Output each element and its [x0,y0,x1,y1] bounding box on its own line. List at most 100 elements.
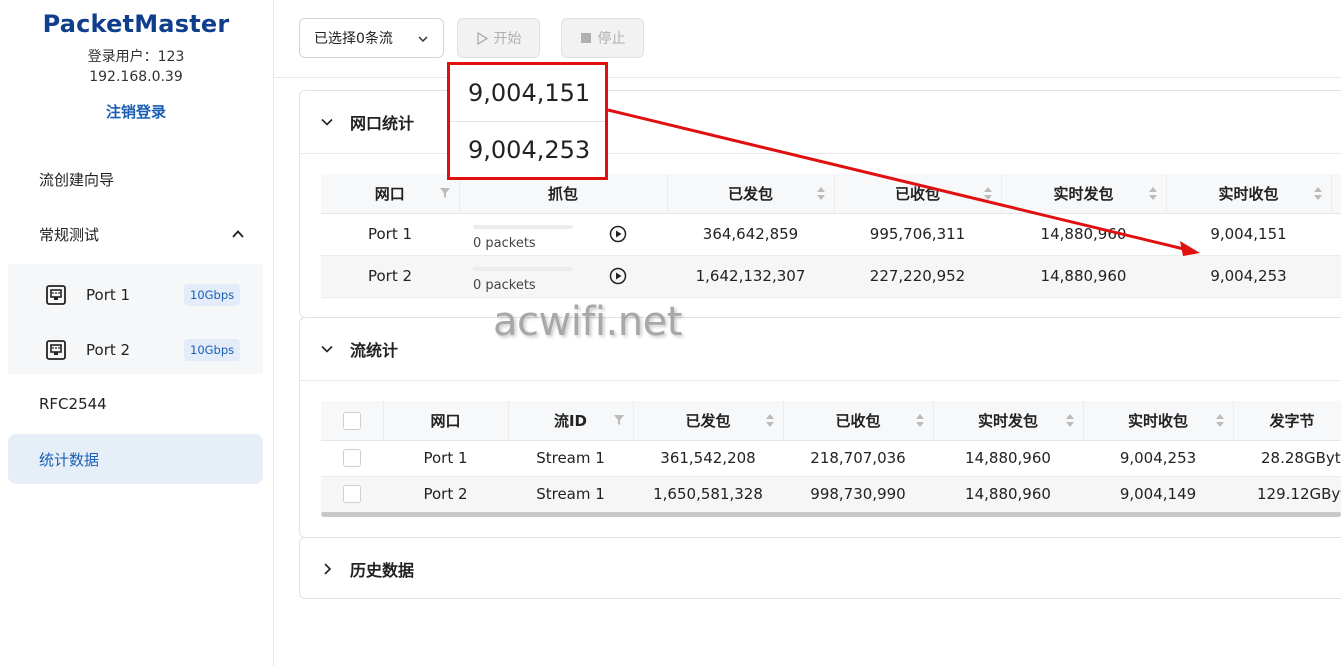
app-root: PacketMaster 登录用户：123 192.168.0.39 注销登录 … [0,0,1341,666]
column-header-label: 实时收包 [1127,411,1188,430]
flow-stats-header[interactable]: 流统计 [300,318,1341,380]
table-row: Port 2 0 packets 1,642,132,307 227,220,9… [321,255,1341,298]
start-button[interactable]: 开始 [457,18,540,58]
capture-count: 0 packets [473,277,536,293]
history-header[interactable]: 历史数据 [300,538,1341,600]
sort-icon[interactable] [765,413,775,428]
horizontal-scrollbar[interactable] [321,512,1341,517]
nav-item-statistics[interactable]: 统计数据 [8,434,263,484]
nav-item-label: RFC2544 [39,395,107,413]
cell-sent: 1,642,132,307 [667,255,834,298]
nav-item-label: 流创建向导 [39,170,115,189]
cell-flow-id: Stream 1 [508,440,633,477]
cell-rt-sent: 14,880,960 [933,440,1083,477]
play-circle-icon[interactable] [609,225,627,243]
cell-received: 998,730,990 [783,476,933,513]
brand-logo: PacketMaster [42,10,230,38]
nav-item-rfc2544[interactable]: RFC2544 [8,379,263,429]
chevron-right-icon [324,563,332,575]
column-header-received[interactable]: 已收包 [834,174,1002,214]
login-ip: 192.168.0.39 [89,69,183,85]
sidebar-item-port-2[interactable]: Port 2 10Gbps [8,322,263,377]
row-select-cell[interactable] [321,440,383,477]
row-checkbox[interactable] [343,449,361,468]
column-header-rt-sent[interactable]: 实时发包 [1001,174,1167,214]
column-header-rt-sent[interactable]: 实时发包 [933,401,1084,441]
filter-icon[interactable] [613,414,625,426]
sort-icon[interactable] [983,186,993,201]
table-row: Port 1 0 packets 364,642,859 995,706,311… [321,213,1341,256]
cell-rt-sent: 14,880,960 [1001,213,1166,256]
column-header-label: 网口 [374,184,405,203]
cell-overflow [1331,213,1341,256]
column-header-label: 流ID [553,411,588,430]
cell-capture: 0 packets [459,255,667,298]
cell-rt-received: 9,004,253 [1083,440,1233,477]
cell-received: 218,707,036 [783,440,933,477]
column-header-port: 网口 [383,401,509,441]
column-header-rt-received[interactable]: 实时收包 [1083,401,1234,441]
nav-item-regular-test[interactable]: 常规测试 [8,209,263,259]
filter-icon[interactable] [439,187,451,199]
login-user: 登录用户：123 [87,49,185,65]
logout-link[interactable]: 注销登录 [0,101,272,122]
sort-icon[interactable] [1148,186,1158,201]
ethernet-port-icon [46,284,66,305]
cell-bytes-sent: 28.28GByte [1233,440,1341,477]
column-header-port[interactable]: 网口 [321,174,460,214]
chevron-down-icon [418,36,428,43]
capture-count: 0 packets [473,235,536,251]
panel-title: 网口统计 [350,114,415,133]
column-header-flow-id[interactable]: 流ID [508,401,634,441]
speed-badge: 10Gbps [184,338,241,361]
capture-progress-bar [473,224,573,229]
select-all-checkbox[interactable] [342,411,361,430]
table-row: Port 2 Stream 1 1,650,581,328 998,730,99… [321,476,1341,513]
column-header-rt-received[interactable]: 实时收包 [1166,174,1332,214]
cell-bytes-sent: 129.12GByte [1233,476,1341,513]
column-header-label: 已收包 [894,184,940,203]
port-stats-table: 网口 抓包 已发包 已收包 实时发包 实时收包 Port 1 0 packets… [321,174,1341,298]
watermark: acwifi.net [493,299,682,345]
sidebar-item-port-1[interactable]: Port 1 10Gbps [8,267,263,322]
cell-sent: 364,642,859 [667,213,834,256]
cell-port: Port 2 [383,476,508,513]
chevron-down-icon [321,345,333,353]
table-row: Port 1 Stream 1 361,542,208 218,707,036 … [321,440,1341,477]
cell-received: 995,706,311 [834,213,1001,256]
cell-capture: 0 packets [459,213,667,256]
column-header-sent[interactable]: 已发包 [633,401,784,441]
select-all-cell[interactable] [321,401,384,441]
sort-icon[interactable] [1065,413,1075,428]
sort-icon[interactable] [1215,413,1225,428]
sort-icon[interactable] [1313,186,1323,201]
port-label: Port 2 [86,340,131,359]
column-header-label: 实时收包 [1218,184,1279,203]
cell-overflow [1331,255,1341,298]
column-header-sent[interactable]: 已发包 [667,174,835,214]
column-header-overflow [1331,174,1341,214]
nav-item-wizard[interactable]: 流创建向导 [8,154,263,204]
cell-port: Port 1 [321,213,459,256]
cell-rt-received: 9,004,149 [1083,476,1233,513]
column-header-label: 实时发包 [977,411,1038,430]
play-icon [476,31,488,45]
cell-rt-sent: 14,880,960 [1001,255,1166,298]
port-label: Port 1 [86,285,131,304]
panel-title: 流统计 [350,341,399,360]
column-header-received[interactable]: 已收包 [783,401,934,441]
cell-received: 227,220,952 [834,255,1001,298]
capture-progress-bar [473,266,573,271]
flow-select-dropdown[interactable]: 已选择0条流 [299,18,444,58]
annotation-value: 9,004,253 [468,136,591,164]
sort-icon[interactable] [915,413,925,428]
row-checkbox[interactable] [343,485,361,504]
history-panel: 历史数据 [299,537,1341,599]
column-header-label: 已发包 [685,411,731,430]
cell-sent: 361,542,208 [633,440,783,477]
sort-icon[interactable] [816,186,826,201]
row-select-cell[interactable] [321,476,383,513]
annotation-callout: 9,004,151 9,004,253 [447,62,608,180]
play-circle-icon[interactable] [609,267,627,285]
stop-button[interactable]: 停止 [561,18,644,58]
